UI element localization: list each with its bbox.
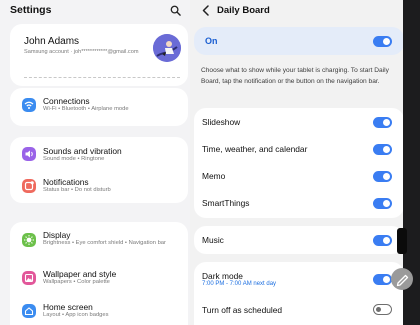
speaker-icon (22, 147, 36, 161)
avatar[interactable] (153, 34, 181, 62)
edit-pen-icon[interactable] (391, 268, 413, 290)
avatar-illustration-icon (153, 34, 181, 62)
settings-header: Settings (10, 4, 185, 18)
master-switch-bar[interactable]: On (194, 27, 404, 55)
toggle-knob (383, 119, 390, 126)
option-row-slideshow[interactable]: Slideshow (194, 109, 404, 135)
turn-off-scheduled-toggle[interactable] (373, 304, 392, 315)
daily-board-pane: Daily Board On Choose what to show while… (190, 0, 406, 325)
item-subtitle: Status bar • Do not disturb (43, 187, 111, 193)
settings-item-home-screen[interactable]: Home screen Layout • App icon badges (10, 297, 188, 325)
option-label: Time, weather, and calendar (202, 144, 308, 154)
item-title: Home screen (43, 302, 93, 312)
account-card[interactable]: John Adams Samsung account · joh********… (10, 24, 188, 86)
description-text: Choose what to show while your tablet is… (201, 67, 389, 85)
back-arrow-icon[interactable] (201, 5, 211, 16)
option-row-turn-off-scheduled[interactable]: Turn off as scheduled (194, 297, 404, 323)
item-subtitle: Brightness • Eye comfort shield • Naviga… (43, 240, 166, 246)
home-icon (22, 304, 36, 318)
account-email: Samsung account · joh************@gmail.… (24, 49, 139, 55)
dark-mode-toggle[interactable] (373, 274, 392, 285)
item-subtitle: Sound mode • Ringtone (43, 156, 105, 162)
toggle-knob (383, 237, 390, 244)
option-row-time-weather[interactable]: Time, weather, and calendar (194, 136, 404, 162)
search-icon[interactable] (170, 5, 181, 16)
option-label: Memo (202, 171, 226, 181)
item-title: Connections (43, 96, 90, 106)
item-title: Sounds and vibration (43, 146, 122, 156)
sounds-notifications-group: Sounds and vibration Sound mode • Ringto… (10, 137, 188, 203)
master-toggle[interactable] (373, 36, 392, 47)
toggle-knob (383, 38, 390, 45)
option-row-smartthings[interactable]: SmartThings (194, 190, 404, 216)
item-title: Notifications (43, 177, 89, 187)
option-label: Dark mode (202, 271, 243, 281)
page-title: Settings (10, 4, 52, 16)
bell-icon (22, 179, 36, 193)
account-name: John Adams (24, 36, 80, 47)
settings-pane: Settings John Adams Samsung account · jo… (0, 0, 190, 325)
item-subtitle: Wi-Fi • Bluetooth • Airplane mode (43, 106, 129, 112)
master-switch-label: On (205, 36, 218, 46)
music-card: Music (194, 226, 404, 254)
display-group: Display Brightness • Eye comfort shield … (10, 222, 188, 325)
settings-item-display[interactable]: Display Brightness • Eye comfort shield … (10, 222, 188, 258)
music-toggle[interactable] (373, 235, 392, 246)
item-subtitle: Layout • App icon badges (43, 312, 109, 318)
option-label: Slideshow (202, 117, 241, 127)
sun-icon (22, 233, 36, 247)
toggle-knob (383, 173, 390, 180)
toggle-knob (383, 276, 390, 283)
side-button (397, 228, 407, 254)
item-subtitle: Wallpapers • Color palette (43, 279, 110, 285)
connections-group: Connections Wi-Fi • Bluetooth • Airplane… (10, 88, 188, 126)
slideshow-toggle[interactable] (373, 117, 392, 128)
settings-item-sounds[interactable]: Sounds and vibration Sound mode • Ringto… (10, 137, 188, 169)
dark-mode-card: Dark mode 7:00 PM - 7:00 AM next day Tur… (194, 262, 404, 325)
picture-icon (22, 271, 36, 285)
option-row-memo[interactable]: Memo (194, 163, 404, 189)
settings-item-wallpaper[interactable]: Wallpaper and style Wallpapers • Color p… (10, 263, 188, 293)
toggle-knob (375, 306, 382, 313)
option-label: Music (202, 235, 224, 245)
option-label: SmartThings (202, 198, 250, 208)
time-weather-toggle[interactable] (373, 144, 392, 155)
item-title: Display (43, 230, 71, 240)
smartthings-toggle[interactable] (373, 198, 392, 209)
option-row-music[interactable]: Music (194, 227, 404, 253)
toggle-knob (383, 200, 390, 207)
wifi-icon (22, 98, 36, 112)
item-title: Wallpaper and style (43, 269, 117, 279)
settings-item-notifications[interactable]: Notifications Status bar • Do not distur… (10, 170, 188, 202)
memo-toggle[interactable] (373, 171, 392, 182)
dark-mode-schedule: 7:00 PM - 7:00 AM next day (202, 281, 277, 287)
page-title: Daily Board (217, 5, 270, 16)
toggle-knob (383, 146, 390, 153)
option-row-dark-mode[interactable]: Dark mode 7:00 PM - 7:00 AM next day (194, 265, 404, 295)
account-divider (24, 77, 180, 78)
content-options-card: Slideshow Time, weather, and calendar Me… (194, 108, 404, 218)
option-label: Turn off as scheduled (202, 305, 283, 315)
settings-item-connections[interactable]: Connections Wi-Fi • Bluetooth • Airplane… (10, 88, 188, 126)
